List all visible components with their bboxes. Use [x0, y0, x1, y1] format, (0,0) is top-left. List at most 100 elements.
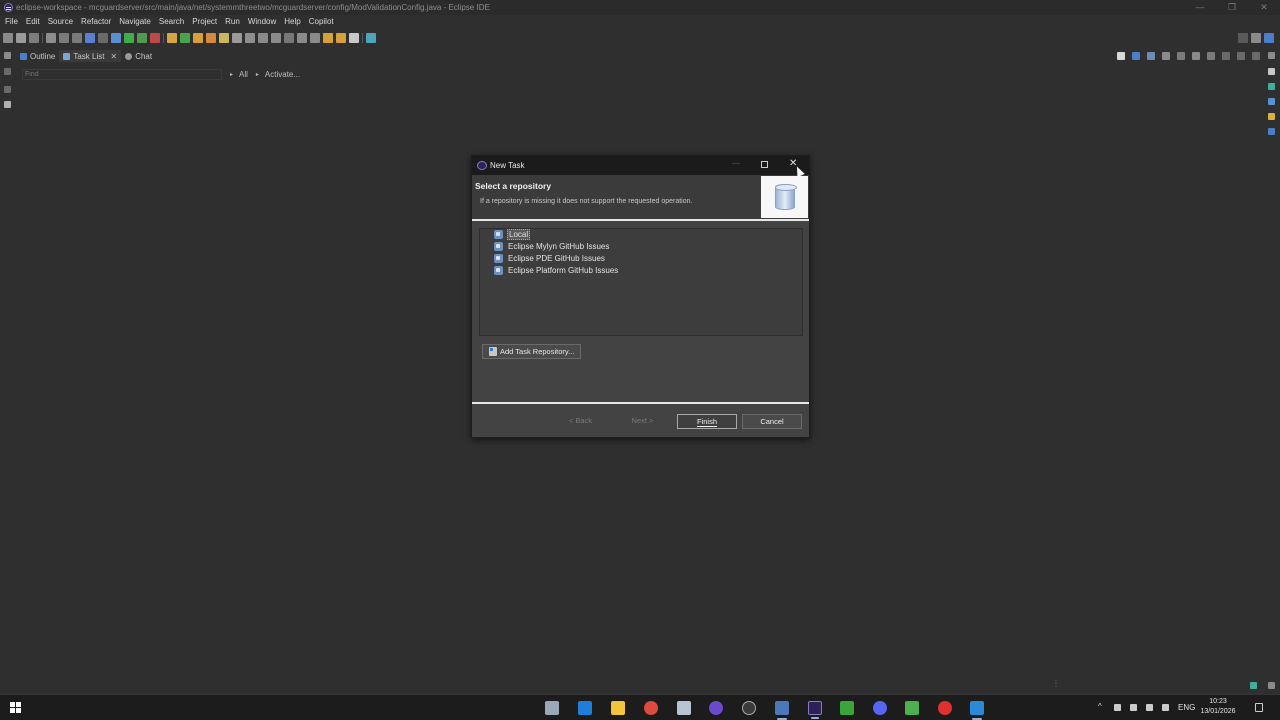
open-perspective-icon[interactable]: [1251, 33, 1261, 43]
menu-copilot[interactable]: Copilot: [309, 17, 334, 26]
menu-project[interactable]: Project: [192, 17, 217, 26]
skip-breakpoints-icon[interactable]: [98, 33, 108, 43]
activate-link[interactable]: Activate...: [265, 70, 300, 79]
microphone-icon[interactable]: [1114, 704, 1121, 711]
link-with-editor-icon[interactable]: [1207, 52, 1215, 60]
progress-status-icon[interactable]: [1268, 682, 1275, 689]
project-trim-icon[interactable]: [4, 86, 11, 93]
toggle-mark-icon[interactable]: [245, 33, 255, 43]
system-clock[interactable]: 10:23 13/01/2026: [1196, 697, 1240, 717]
tray-overflow-icon[interactable]: ^: [1098, 702, 1102, 711]
run-icon[interactable]: [124, 33, 134, 43]
next-button[interactable]: Next >: [613, 414, 672, 429]
repository-item-platform[interactable]: Eclipse Platform GitHub Issues: [494, 265, 619, 276]
dialog-minimize-icon[interactable]: —: [732, 159, 740, 168]
console-trim-icon[interactable]: [4, 101, 11, 108]
search-icon[interactable]: [1238, 33, 1248, 43]
save-icon[interactable]: [16, 33, 26, 43]
forward-icon[interactable]: [349, 33, 359, 43]
last-edit-icon[interactable]: [323, 33, 333, 43]
language-indicator[interactable]: ENG: [1178, 703, 1195, 712]
new-package-icon[interactable]: [180, 33, 190, 43]
app-icon-2[interactable]: [578, 701, 592, 715]
previous-annotation-icon[interactable]: [310, 33, 320, 43]
dialog-maximize-icon[interactable]: [761, 161, 768, 168]
problems-trim-icon[interactable]: [1268, 68, 1275, 75]
annotation-icon[interactable]: [232, 33, 242, 43]
speaker-icon[interactable]: [1146, 704, 1153, 711]
maximize-view-icon[interactable]: [1252, 52, 1260, 60]
discord-icon[interactable]: [873, 701, 887, 715]
coverage-icon[interactable]: [137, 33, 147, 43]
minimize-button[interactable]: —: [1184, 0, 1216, 15]
minecraft-icon[interactable]: [840, 701, 854, 715]
new-class-icon[interactable]: [193, 33, 203, 43]
app-icon-7[interactable]: [742, 701, 756, 715]
minimize-view-icon[interactable]: [1237, 52, 1245, 60]
open-type-icon[interactable]: [206, 33, 216, 43]
repository-item-mylyn[interactable]: Eclipse Mylyn GitHub Issues: [494, 241, 610, 252]
terminal-icon[interactable]: [85, 33, 95, 43]
menu-window[interactable]: Window: [248, 17, 276, 26]
app-icon-5[interactable]: [677, 701, 691, 715]
external-tools-icon[interactable]: [150, 33, 160, 43]
menu-navigate[interactable]: Navigate: [119, 17, 151, 26]
info-trim-icon[interactable]: [1268, 128, 1275, 135]
network-icon[interactable]: [1162, 704, 1169, 711]
menu-help[interactable]: Help: [284, 17, 300, 26]
menu-file[interactable]: File: [5, 17, 18, 26]
menu-run[interactable]: Run: [225, 17, 240, 26]
debug-icon[interactable]: [111, 33, 121, 43]
print-icon[interactable]: [46, 33, 56, 43]
volume-icon[interactable]: [1130, 704, 1137, 711]
windows-start-icon[interactable]: [10, 702, 21, 713]
progress-trim-icon[interactable]: [1268, 83, 1275, 90]
back-icon[interactable]: [336, 33, 346, 43]
add-task-repository-button[interactable]: Add Task Repository...: [482, 344, 581, 359]
restore-right-icon[interactable]: [1268, 52, 1275, 59]
app-icon-6[interactable]: [709, 701, 723, 715]
menu-edit[interactable]: Edit: [26, 17, 40, 26]
next-annotation-icon[interactable]: [297, 33, 307, 43]
back-button[interactable]: < Back: [551, 414, 610, 429]
synchronize-icon[interactable]: [1132, 52, 1140, 60]
tab-outline[interactable]: Outline: [16, 50, 59, 62]
filter-all-link[interactable]: All: [239, 70, 248, 79]
java-perspective-icon[interactable]: [1264, 33, 1274, 43]
app-icon-12[interactable]: [905, 701, 919, 715]
pin-editor-icon[interactable]: [366, 33, 376, 43]
search-tool-icon[interactable]: [219, 33, 229, 43]
declaration-trim-icon[interactable]: [1268, 113, 1275, 120]
view-menu-icon[interactable]: [1222, 52, 1230, 60]
restore-button[interactable]: ❐: [1216, 0, 1248, 15]
package-explorer-trim-icon[interactable]: [4, 68, 11, 75]
notifications-icon[interactable]: [1255, 703, 1263, 712]
menu-source[interactable]: Source: [48, 17, 73, 26]
collapse-all-icon[interactable]: [1192, 52, 1200, 60]
finish-button[interactable]: Finish: [677, 414, 737, 429]
save-all-icon[interactable]: [29, 33, 39, 43]
tab-task-list[interactable]: Task List ✕: [59, 50, 122, 62]
repository-item-pde[interactable]: Eclipse PDE GitHub Issues: [494, 253, 606, 264]
chrome-icon[interactable]: [644, 701, 658, 715]
menu-refactor[interactable]: Refactor: [81, 17, 111, 26]
cancel-button[interactable]: Cancel: [742, 414, 802, 429]
heap-status-icon[interactable]: [1250, 682, 1257, 689]
close-tab-icon[interactable]: ✕: [110, 52, 117, 61]
app-icon-13[interactable]: [938, 701, 952, 715]
eclipse-taskbar-icon[interactable]: [808, 701, 822, 719]
file-explorer-icon[interactable]: [611, 701, 625, 715]
new-task-icon[interactable]: [1117, 52, 1125, 60]
new-java-project-icon[interactable]: [167, 33, 177, 43]
repository-item-local[interactable]: Local: [494, 229, 531, 240]
tab-chat[interactable]: Chat: [121, 50, 156, 62]
close-window-button[interactable]: ✕: [1248, 0, 1280, 15]
word-wrap-icon[interactable]: [271, 33, 281, 43]
categorized-icon[interactable]: [1147, 52, 1155, 60]
javadoc-trim-icon[interactable]: [1268, 98, 1275, 105]
block-selection-icon[interactable]: [258, 33, 268, 43]
restore-view-icon[interactable]: [4, 52, 11, 59]
focus-icon[interactable]: [1162, 52, 1170, 60]
find-input[interactable]: [22, 69, 222, 80]
new-icon[interactable]: [3, 33, 13, 43]
